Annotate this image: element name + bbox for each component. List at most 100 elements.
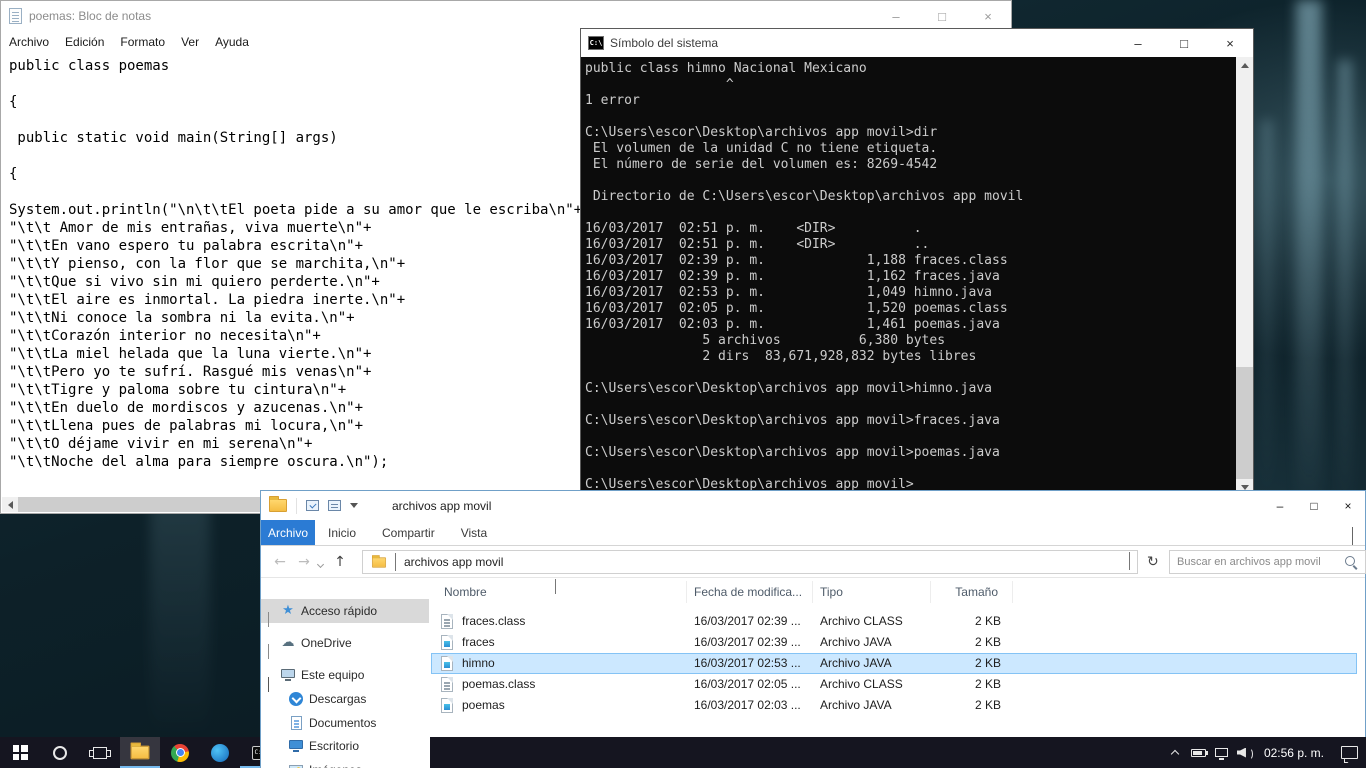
battery-status[interactable]	[1187, 737, 1210, 768]
qat-customize-icon[interactable]	[350, 503, 358, 512]
tab-archivo[interactable]: Archivo	[261, 520, 315, 545]
file-type: Archivo JAVA	[820, 656, 892, 670]
sidebar-item-label: Documentos	[309, 716, 377, 730]
breadcrumb-chevron-icon	[395, 553, 396, 572]
menu-item-archivo[interactable]: Archivo	[1, 35, 57, 49]
taskbar-item-edge[interactable]	[200, 737, 240, 768]
notepad-icon	[9, 8, 22, 24]
table-row[interactable]: fraces.class 16/03/2017 02:39 ... Archiv…	[431, 611, 1357, 632]
speaker-icon	[1237, 747, 1253, 760]
cmd-maximize-button[interactable]: □	[1161, 29, 1207, 57]
back-button[interactable]: ←	[269, 551, 291, 573]
computer-icon	[280, 667, 296, 683]
sidebar-item-este-equipo[interactable]: Este equipo	[261, 663, 429, 692]
file-size: 2 KB	[974, 614, 1001, 628]
search-button[interactable]	[40, 737, 80, 768]
recent-locations-icon[interactable]	[315, 559, 325, 569]
sidebar-item-label: Descargas	[309, 692, 367, 706]
file-date: 16/03/2017 02:05 ...	[694, 677, 801, 691]
task-view-icon	[89, 746, 111, 759]
menu-item-ayuda[interactable]: Ayuda	[207, 35, 257, 49]
cmd-close-button[interactable]: ×	[1207, 29, 1253, 57]
tab-inicio[interactable]: Inicio	[315, 520, 369, 545]
search-icon[interactable]	[1344, 555, 1359, 570]
expander-icon[interactable]	[268, 640, 269, 664]
battery-icon	[1190, 748, 1208, 757]
menu-item-ver[interactable]: Ver	[173, 35, 207, 49]
task-view-button[interactable]	[80, 737, 120, 768]
cmd-output[interactable]: public class himno Nacional Mexicano ^ 1…	[581, 57, 1236, 496]
properties-icon[interactable]	[306, 500, 319, 511]
scroll-up-icon[interactable]	[1236, 57, 1253, 74]
documents-icon	[288, 715, 304, 731]
volume-status[interactable]	[1233, 737, 1256, 768]
taskbar-item-explorer[interactable]	[120, 737, 160, 768]
hidden-icons-button[interactable]	[1164, 737, 1187, 768]
expander-icon[interactable]	[268, 608, 269, 632]
onedrive-cloud-icon: ☁	[281, 635, 295, 650]
column-header-fecha[interactable]: Fecha de modifica...	[687, 581, 813, 603]
file-name: himno	[462, 656, 495, 670]
sidebar-item-escritorio[interactable]: Escritorio	[261, 734, 428, 758]
cmd-vertical-scrollbar[interactable]	[1236, 57, 1253, 496]
up-button[interactable]: ↑	[329, 551, 351, 573]
action-center-button[interactable]	[1332, 746, 1366, 759]
cmd-title: Símbolo del sistema	[610, 36, 719, 50]
scroll-left-icon[interactable]	[2, 497, 18, 512]
start-button[interactable]	[0, 737, 40, 768]
taskbar-clock[interactable]: 02:56 p. m.	[1256, 746, 1332, 760]
search-input[interactable]	[1170, 556, 1344, 568]
explorer-main: ★ Acceso rápido ☁ OneDrive Este equipo D…	[261, 578, 1365, 737]
ribbon-expand-icon[interactable]	[1352, 527, 1353, 545]
column-headers: Nombre Fecha de modifica... Tipo Tamaño	[431, 579, 1365, 603]
cmd-titlebar[interactable]: Símbolo del sistema – □ ×	[581, 29, 1253, 57]
explorer-minimize-button[interactable]: –	[1263, 491, 1297, 520]
taskbar-item-chrome[interactable]	[160, 737, 200, 768]
network-status[interactable]	[1210, 737, 1233, 768]
system-tray: 02:56 p. m.	[1164, 737, 1366, 768]
notepad-maximize-button[interactable]: □	[919, 1, 965, 31]
menu-item-edicion[interactable]: Edición	[57, 35, 112, 49]
sidebar-item-descargas[interactable]: Descargas	[261, 687, 429, 711]
explorer-titlebar[interactable]: archivos app movil – □ ×	[261, 491, 1365, 520]
scrollbar-thumb[interactable]	[1236, 367, 1253, 479]
address-bar[interactable]: archivos app movil	[362, 550, 1138, 574]
table-row[interactable]: fraces 16/03/2017 02:39 ... Archivo JAVA…	[431, 632, 1357, 653]
menu-item-formato[interactable]: Formato	[112, 35, 173, 49]
sidebar-item-acceso-rapido[interactable]: ★ Acceso rápido	[261, 599, 429, 627]
explorer-close-button[interactable]: ×	[1331, 491, 1365, 520]
sidebar-item-imagenes[interactable]: Imágenes	[261, 758, 428, 768]
new-folder-icon[interactable]	[328, 500, 341, 511]
column-header-tamano[interactable]: Tamaño	[931, 581, 1013, 603]
address-folder-icon	[371, 554, 387, 568]
tab-vista[interactable]: Vista	[448, 520, 500, 545]
address-toolbar: ← → ↑ archivos app movil ↻	[261, 546, 1366, 578]
sidebar-item-onedrive[interactable]: ☁ OneDrive	[261, 631, 429, 659]
java-file-icon	[441, 635, 453, 650]
notepad-titlebar[interactable]: poemas: Bloc de notas – □ ×	[1, 1, 1011, 31]
column-header-tipo[interactable]: Tipo	[813, 581, 931, 603]
cmd-minimize-button[interactable]: –	[1115, 29, 1161, 57]
table-row[interactable]: poemas 16/03/2017 02:03 ... Archivo JAVA…	[431, 695, 1357, 716]
table-row-selected[interactable]: himno 16/03/2017 02:53 ... Archivo JAVA …	[431, 653, 1357, 674]
action-center-icon	[1340, 746, 1358, 759]
sidebar-item-label: OneDrive	[301, 636, 352, 650]
notepad-minimize-button[interactable]: –	[873, 1, 919, 31]
breadcrumb[interactable]: archivos app movil	[404, 555, 503, 569]
file-list: Nombre Fecha de modifica... Tipo Tamaño …	[431, 578, 1365, 737]
column-header-nombre[interactable]: Nombre	[437, 581, 687, 603]
forward-button[interactable]: →	[293, 551, 315, 573]
file-rows: fraces.class 16/03/2017 02:39 ... Archiv…	[431, 611, 1357, 716]
notepad-close-button[interactable]: ×	[965, 1, 1011, 31]
quick-access-toolbar	[269, 496, 358, 514]
explorer-maximize-button[interactable]: □	[1297, 491, 1331, 520]
address-dropdown-icon[interactable]	[1129, 552, 1130, 570]
sidebar-item-documentos[interactable]: Documentos	[261, 711, 429, 735]
table-row[interactable]: poemas.class 16/03/2017 02:05 ... Archiv…	[431, 674, 1357, 695]
explorer-title: archivos app movil	[392, 498, 492, 513]
tab-compartir[interactable]: Compartir	[369, 520, 448, 545]
desktop: poemas: Bloc de notas – □ × Archivo Edic…	[0, 0, 1366, 768]
file-date: 16/03/2017 02:03 ...	[694, 698, 801, 712]
cortana-circle-icon	[53, 745, 67, 760]
refresh-button[interactable]: ↻	[1147, 554, 1159, 570]
